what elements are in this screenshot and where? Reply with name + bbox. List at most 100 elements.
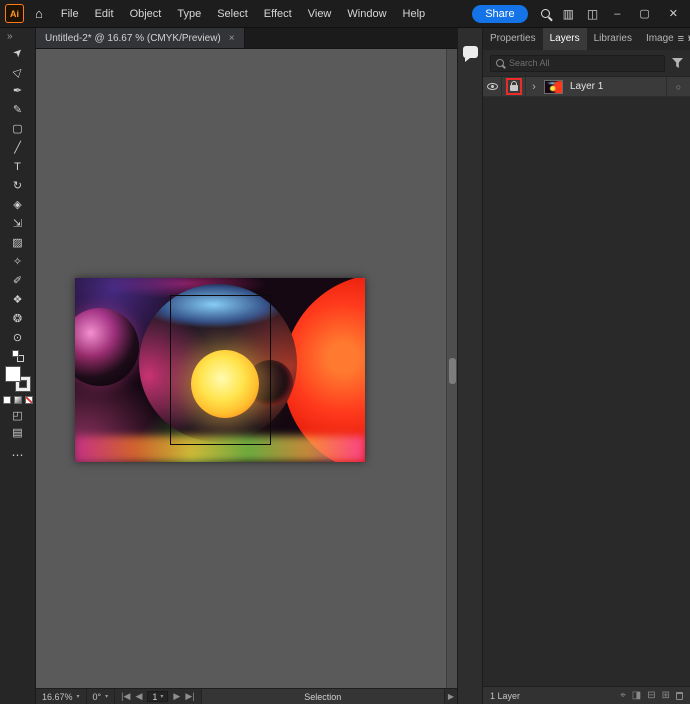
expand-chevron-icon[interactable]: › bbox=[526, 81, 542, 93]
selection-marquee bbox=[170, 295, 271, 445]
minimize-button[interactable]: – bbox=[611, 8, 623, 20]
eyedropper-tool[interactable]: ✧ bbox=[5, 252, 31, 271]
filter-icon[interactable] bbox=[672, 58, 683, 68]
tab-properties[interactable]: Properties bbox=[483, 28, 543, 50]
rotation-value: 0° bbox=[93, 692, 102, 702]
chevron-down-icon: ▾ bbox=[105, 693, 108, 700]
canvas[interactable] bbox=[36, 49, 457, 688]
layers-search-field[interactable] bbox=[490, 55, 665, 72]
artboard-number-dropdown[interactable]: 1 ▾ bbox=[147, 691, 168, 702]
panel-dock: Properties Layers Libraries Image Tra ≡ … bbox=[483, 28, 690, 704]
canvas-vertical-scrollbar[interactable] bbox=[446, 49, 457, 688]
chevron-down-icon: ▾ bbox=[160, 693, 163, 700]
curvature-tool[interactable]: ✎ bbox=[5, 100, 31, 119]
arrange-documents-icon[interactable]: ◫ bbox=[587, 7, 598, 21]
menu-type[interactable]: Type bbox=[169, 0, 209, 28]
menu-effect[interactable]: Effect bbox=[256, 0, 300, 28]
footer-icons: ⌖ ◨ ⊟ ⊞ bbox=[620, 690, 683, 701]
edit-toolbar-button[interactable]: ⋯ bbox=[12, 448, 24, 462]
blend-tool[interactable]: ❖ bbox=[5, 290, 31, 309]
comments-strip bbox=[457, 28, 483, 704]
gradient-tool[interactable]: ▨ bbox=[5, 233, 31, 252]
tab-libraries[interactable]: Libraries bbox=[587, 28, 639, 50]
zoom-level-value: 16.67% bbox=[42, 692, 73, 702]
search-icon bbox=[496, 59, 504, 67]
toolbar-expand-icon[interactable]: » bbox=[0, 28, 13, 43]
line-segment-tool[interactable]: ╱ bbox=[5, 138, 31, 157]
color-mode-row bbox=[3, 396, 33, 404]
default-fill-icon bbox=[12, 350, 19, 357]
eraser-tool[interactable]: ◈ bbox=[5, 195, 31, 214]
titlebar-right-controls: Share ▥ ◫ – ▢ ✕ bbox=[472, 5, 690, 23]
scale-tool[interactable]: ⇲ bbox=[5, 214, 31, 233]
artboard-navigation: |◀ ◀ 1 ▾ ▶ ▶| bbox=[115, 689, 201, 704]
home-icon[interactable]: ⌂ bbox=[35, 0, 43, 28]
menu-object[interactable]: Object bbox=[122, 0, 170, 28]
illustrator-logo-icon: Ai bbox=[5, 4, 24, 23]
menu-help[interactable]: Help bbox=[395, 0, 434, 28]
eye-icon[interactable] bbox=[487, 83, 498, 90]
scrollbar-thumb[interactable] bbox=[449, 358, 456, 384]
delete-layer-icon[interactable] bbox=[676, 692, 683, 700]
pink-sphere bbox=[75, 308, 139, 386]
fill-stroke-widget bbox=[6, 367, 30, 391]
create-sublayer-icon[interactable]: ⊟ bbox=[647, 690, 655, 701]
rectangle-tool[interactable]: ▢ bbox=[5, 119, 31, 138]
lock-cell[interactable] bbox=[502, 77, 526, 96]
layers-list: › Layer 1 ○ bbox=[483, 77, 690, 686]
close-button[interactable]: ✕ bbox=[666, 7, 681, 20]
create-new-layer-icon[interactable]: ⊞ bbox=[662, 690, 670, 701]
annotation-highlight bbox=[506, 78, 522, 95]
rotate-tool[interactable]: ↻ bbox=[5, 176, 31, 195]
zoom-level-dropdown[interactable]: 16.67% ▾ bbox=[36, 689, 87, 704]
paintbrush-tool[interactable]: ✐ bbox=[5, 271, 31, 290]
document-tab[interactable]: Untitled-2* @ 16.67 % (CMYK/Preview) × bbox=[36, 28, 245, 48]
panel-menu-icon[interactable]: ≡ bbox=[674, 28, 688, 50]
layer-name[interactable]: Layer 1 bbox=[570, 81, 666, 92]
first-artboard-icon[interactable]: |◀ bbox=[121, 691, 130, 702]
menu-window[interactable]: Window bbox=[339, 0, 394, 28]
draw-mode-button[interactable]: ◰ bbox=[12, 409, 22, 422]
layers-search-row bbox=[483, 50, 690, 77]
menu-bar: File Edit Object Type Select Effect View… bbox=[53, 0, 433, 28]
tab-close-icon[interactable]: × bbox=[229, 33, 235, 44]
search-input[interactable] bbox=[509, 58, 659, 68]
share-button[interactable]: Share bbox=[472, 5, 527, 23]
panel-tabbar: Properties Layers Libraries Image Tra ≡ bbox=[483, 28, 690, 50]
tab-layers[interactable]: Layers bbox=[543, 28, 587, 50]
maximize-button[interactable]: ▢ bbox=[636, 7, 652, 20]
symbol-sprayer-tool[interactable]: ❂ bbox=[5, 309, 31, 328]
default-fill-stroke-icon[interactable] bbox=[12, 350, 24, 362]
search-icon[interactable] bbox=[541, 9, 550, 18]
menu-file[interactable]: File bbox=[53, 0, 87, 28]
chevron-down-icon: ▾ bbox=[77, 693, 80, 700]
menu-select[interactable]: Select bbox=[209, 0, 256, 28]
document-title: Untitled-2* @ 16.67 % (CMYK/Preview) bbox=[45, 33, 221, 44]
make-clipping-mask-icon[interactable]: ◨ bbox=[632, 690, 641, 701]
fill-swatch[interactable] bbox=[6, 367, 20, 381]
next-artboard-icon[interactable]: ▶ bbox=[173, 691, 180, 702]
layer-thumbnail[interactable] bbox=[544, 80, 563, 94]
workspace-switcher-icon[interactable]: ▥ bbox=[563, 7, 574, 21]
scroll-right-icon[interactable]: ▶ bbox=[444, 689, 457, 704]
zoom-tool[interactable]: ⊙ bbox=[5, 328, 31, 347]
rotation-dropdown[interactable]: 0° ▾ bbox=[87, 689, 116, 704]
type-tool[interactable]: T bbox=[5, 157, 31, 176]
gradient-button[interactable] bbox=[14, 396, 22, 404]
artwork-image[interactable] bbox=[75, 278, 365, 462]
status-readout[interactable]: Selection bbox=[202, 689, 444, 704]
comments-icon[interactable] bbox=[463, 46, 478, 58]
menu-edit[interactable]: Edit bbox=[87, 0, 122, 28]
last-artboard-icon[interactable]: ▶| bbox=[185, 691, 194, 702]
lock-icon[interactable] bbox=[510, 85, 518, 91]
menu-view[interactable]: View bbox=[300, 0, 340, 28]
color-button[interactable] bbox=[3, 396, 11, 404]
previous-artboard-icon[interactable]: ◀ bbox=[135, 691, 142, 702]
locate-object-icon[interactable]: ⌖ bbox=[620, 690, 626, 701]
layer-row[interactable]: › Layer 1 ○ bbox=[483, 77, 690, 97]
visibility-cell[interactable] bbox=[483, 77, 502, 96]
target-circle-icon[interactable]: ○ bbox=[666, 77, 690, 96]
document-statusbar: 16.67% ▾ 0° ▾ |◀ ◀ 1 ▾ ▶ ▶| Selection ▶ bbox=[36, 688, 457, 704]
screen-mode-button[interactable]: ▤ bbox=[12, 426, 22, 439]
none-button[interactable] bbox=[25, 396, 33, 404]
